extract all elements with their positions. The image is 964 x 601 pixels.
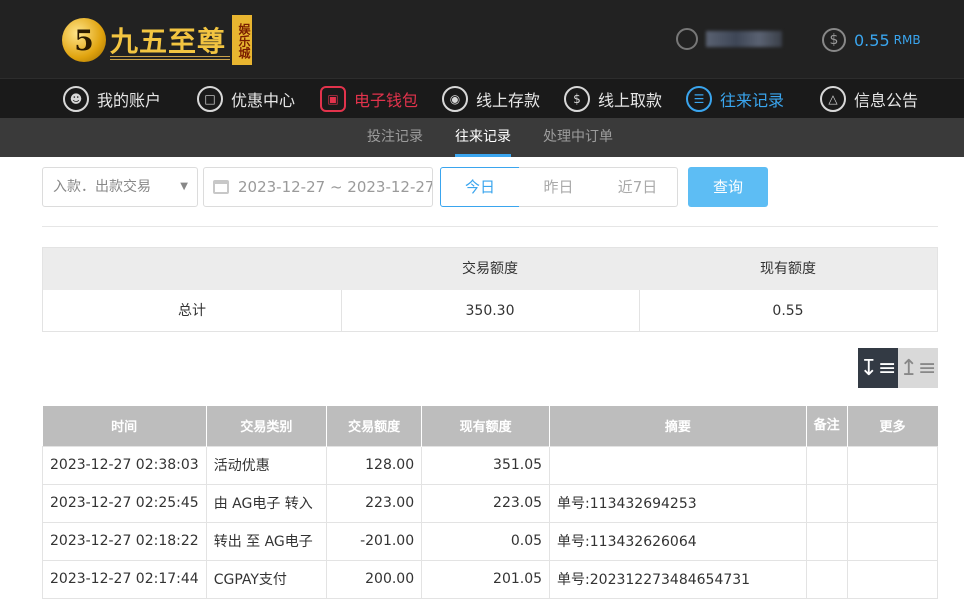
sort-asc-icon[interactable]: ↥≡	[898, 348, 938, 388]
summary-header-trade: 交易额度	[462, 261, 518, 277]
logo-title: 九五至尊	[110, 25, 227, 58]
sub-nav: 投注记录 往来记录 处理中订单	[0, 118, 964, 157]
nav-withdraw[interactable]: $ 线上取款	[564, 79, 662, 119]
nav-label: 往来记录	[720, 91, 785, 110]
cell-summary: 单号:202312273484654731	[549, 559, 807, 599]
nav-my-account[interactable]: ☻ 我的账户	[63, 79, 161, 119]
nav-label: 优惠中心	[231, 91, 296, 110]
cell-more[interactable]	[846, 483, 939, 523]
deposit-icon: ◉	[442, 86, 468, 112]
nav-promotions[interactable]: □ 优惠中心	[197, 79, 295, 119]
nav-records[interactable]: ☰ 往来记录	[686, 79, 784, 119]
records-table: 时间 交易类别 交易额度 现有额度 摘要 备注 更多 2023-12-27 02…	[42, 406, 939, 599]
avatar-icon	[676, 28, 698, 50]
wallet-icon: ▣	[320, 86, 346, 112]
table-header-row: 时间 交易类别 交易额度 现有额度 摘要 备注 更多	[42, 406, 938, 446]
sort-controls: ↧≡ ↥≡	[858, 348, 938, 388]
cell-balance: 223.05	[421, 483, 551, 523]
nav-deposit[interactable]: ◉ 线上存款	[442, 79, 540, 119]
cell-balance: 0.05	[421, 521, 551, 561]
nav-wallet[interactable]: ▣ 电子钱包	[320, 79, 418, 119]
calendar-icon	[213, 180, 229, 194]
gift-icon: □	[197, 86, 223, 112]
nav-label: 信息公告	[854, 91, 919, 110]
col-time: 时间	[42, 406, 207, 446]
cell-amount: 223.00	[326, 483, 423, 523]
nav-label: 线上取款	[598, 91, 663, 110]
col-summary: 摘要	[549, 406, 807, 446]
nav-label: 线上存款	[476, 91, 541, 110]
query-button[interactable]: 查询	[688, 167, 768, 207]
logo-badge: 娱乐城	[232, 15, 253, 65]
cell-time: 2023-12-27 02:18:22	[42, 521, 207, 561]
top-header: 5 九五至尊 娱乐城 $ 0.55 RMB	[0, 0, 964, 78]
nav-label: 电子钱包	[354, 91, 419, 110]
cell-time: 2023-12-27 02:38:03	[42, 445, 207, 485]
main-nav: ☻ 我的账户 □ 优惠中心 ▣ 电子钱包 ◉ 线上存款 $ 线上取款 ☰ 往来记…	[0, 78, 964, 118]
username-redacted	[706, 31, 782, 47]
cell-time: 2023-12-27 02:17:44	[42, 559, 207, 599]
cell-more[interactable]	[846, 521, 939, 561]
col-balance: 现有额度	[421, 406, 551, 446]
cell-summary: 单号:113432626064	[549, 521, 807, 561]
cell-type: 活动优惠	[205, 445, 328, 485]
records-icon: ☰	[686, 86, 712, 112]
logo-emblem: 5	[62, 18, 106, 62]
cell-balance: 201.05	[421, 559, 551, 599]
table-row[interactable]: 2023-12-27 02:25:45 由 AG电子 转入 223.00 223…	[42, 483, 939, 523]
table-row[interactable]: 2023-12-27 02:17:44 CGPAY支付 200.00 201.0…	[42, 559, 939, 599]
summary-current-amount: 0.55	[772, 303, 804, 319]
cell-more[interactable]	[846, 559, 939, 599]
col-type: 交易类别	[206, 406, 328, 446]
transaction-type-select[interactable]: 入款．出款交易 ▼	[42, 167, 198, 207]
cell-amount: 128.00	[326, 445, 423, 485]
yesterday-button[interactable]: 昨日	[519, 167, 599, 207]
cell-type: 转出 至 AG电子	[205, 521, 328, 561]
divider	[42, 226, 938, 227]
table-row[interactable]: 2023-12-27 02:38:03 活动优惠 128.00 351.05	[42, 445, 939, 485]
caret-down-icon: ▼	[180, 181, 188, 192]
col-amount: 交易额度	[326, 406, 423, 446]
cell-balance: 351.05	[421, 445, 551, 485]
logo-ornament	[110, 56, 230, 60]
cell-more[interactable]	[846, 445, 939, 485]
nav-label: 我的账户	[97, 91, 162, 110]
bell-icon: △	[820, 86, 846, 112]
user-info[interactable]	[676, 28, 782, 50]
cell-summary	[549, 445, 807, 485]
dollar-icon: $	[822, 28, 846, 52]
cell-type: 由 AG电子 转入	[205, 483, 328, 523]
balance-unit: RMB	[893, 33, 921, 47]
cell-note	[805, 445, 848, 485]
balance-value: 0.55	[854, 30, 890, 50]
user-icon: ☻	[63, 86, 89, 112]
tab-bet-records[interactable]: 投注记录	[367, 118, 423, 157]
col-more: 更多	[847, 406, 938, 446]
tab-transaction-records[interactable]: 往来记录	[455, 118, 511, 157]
last-7-days-button[interactable]: 近7日	[598, 167, 678, 207]
cell-amount: -201.00	[326, 521, 423, 561]
sort-desc-icon[interactable]: ↧≡	[858, 348, 898, 388]
select-value: 入款．出款交易	[53, 179, 151, 195]
today-button[interactable]: 今日	[440, 167, 520, 207]
summary-table: 交易额度 现有额度 总计 350.30 0.55	[42, 247, 938, 332]
cell-amount: 200.00	[326, 559, 423, 599]
summary-header-current: 现有额度	[760, 261, 816, 277]
cell-note	[805, 559, 848, 599]
col-note: 备注	[806, 406, 848, 446]
cell-note	[805, 521, 848, 561]
cell-time: 2023-12-27 02:25:45	[42, 483, 207, 523]
nav-announcements[interactable]: △ 信息公告	[820, 79, 918, 119]
tab-pending-orders[interactable]: 处理中订单	[543, 118, 613, 157]
table-row[interactable]: 2023-12-27 02:18:22 转出 至 AG电子 -201.00 0.…	[42, 521, 939, 561]
cell-note	[805, 483, 848, 523]
withdraw-icon: $	[564, 86, 590, 112]
summary-total-label: 总计	[178, 303, 206, 319]
cell-summary: 单号:113432694253	[549, 483, 807, 523]
cell-type: CGPAY支付	[205, 559, 328, 599]
date-range-value: 2023-12-27 ~ 2023-12-27	[238, 178, 433, 196]
date-range-input[interactable]: 2023-12-27 ~ 2023-12-27	[203, 167, 433, 207]
balance-display: $ 0.55 RMB	[822, 28, 921, 52]
summary-trade-amount: 350.30	[465, 303, 515, 319]
